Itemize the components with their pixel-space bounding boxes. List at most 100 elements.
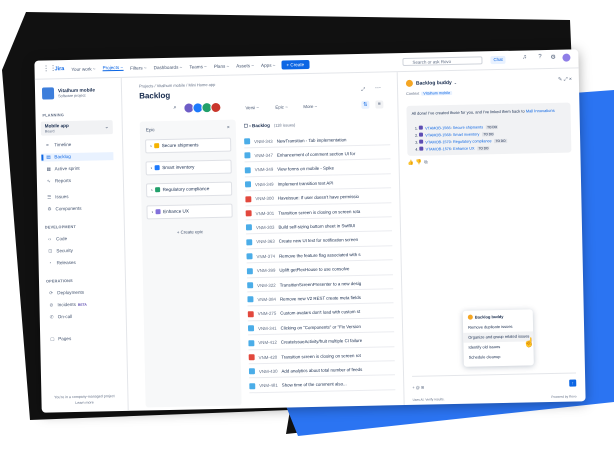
suggestion-schedule-cleanup[interactable]: Schedule cleanup — [464, 351, 534, 362]
table-row[interactable]: VNM-349 View forms on mobile - Spike — [244, 161, 391, 178]
notification-icon[interactable]: ♫ — [522, 54, 527, 60]
epic-key[interactable]: VTAMOB-1570 — [425, 140, 451, 145]
sidebar-item-timeline[interactable]: ≡ Timeline — [46, 141, 71, 150]
epic-name[interactable]: Secure shipments — [453, 125, 483, 130]
epic-card[interactable]: › Smart inventory — [145, 159, 232, 176]
table-row[interactable]: VNM-349 Implement transition text API — [244, 175, 392, 192]
backlog-header[interactable]: ☐ › Backlog (118 issues) — [244, 122, 296, 129]
create-button[interactable]: + Create — [281, 59, 310, 70]
table-row[interactable]: VNM-303 Build self-sizing bottom sheet in… — [245, 218, 393, 235]
search-input[interactable]: Search or ask Rovo — [402, 56, 483, 67]
table-row[interactable]: VNM-374 Remove the feature flag associate… — [246, 247, 393, 264]
created-epic-item[interactable]: 3. VTAMOB-1570: Regulatory compliance TO … — [415, 138, 507, 145]
table-row[interactable]: VNM-301 Transition screen is closing on s… — [245, 204, 392, 221]
sidebar-item-issues[interactable]: ☰ Issues — [47, 193, 68, 201]
table-row[interactable]: VNM-420 Transition screen is closing on s… — [248, 348, 395, 365]
issue-key[interactable]: VNM-349 — [255, 181, 274, 186]
sidebar-item-components[interactable]: ⚙ Components — [47, 205, 81, 214]
nav-your-work[interactable]: Your work ~ — [71, 66, 95, 72]
app-switcher-icon[interactable]: ⋮⋮ — [42, 65, 56, 73]
created-epic-item[interactable]: 4. VTAMOB-1576: Enhance UX TO DO — [415, 145, 490, 152]
project-header[interactable]: Vitalhum mobile Software project — [41, 86, 95, 100]
epic-card[interactable]: › Enhance UX — [146, 203, 233, 220]
table-row[interactable]: VNM-384 Remove new V2 REST create meta fi… — [247, 290, 394, 307]
issue-key[interactable]: VNM-363 — [256, 239, 275, 244]
issue-key[interactable]: VNM-412 — [258, 340, 277, 345]
nav-plans[interactable]: Plans ~ — [214, 63, 230, 68]
sidebar-item-backlog[interactable]: ▤ Backlog — [41, 152, 114, 162]
issue-key[interactable]: VNM-384 — [257, 297, 276, 302]
issue-key[interactable]: VNM-275 — [258, 311, 277, 316]
sidebar-item-pages[interactable]: ▢ Pages — [50, 335, 71, 343]
table-row[interactable]: VNM-430 Add analytics about total number … — [248, 362, 396, 379]
issue-key[interactable]: VNM-341 — [258, 325, 277, 330]
mention-icon[interactable]: @ — [416, 385, 420, 390]
sidebar-item-incidents[interactable]: ⊘ Incidents BETA — [49, 301, 87, 310]
epic-card[interactable]: › Regulatory compliance — [145, 181, 233, 198]
epic-key[interactable]: VTAMOB-1568 — [425, 133, 451, 138]
sidebar-item-security[interactable]: ⊡ Security — [48, 247, 73, 256]
new-chat-icon[interactable]: ✎ — [558, 77, 562, 83]
epic-name[interactable]: Enhance UX — [453, 147, 474, 151]
epic-card[interactable]: › Secure shipments — [145, 137, 232, 154]
checkbox[interactable]: ☐ › — [244, 123, 251, 128]
sidebar-item-reports[interactable]: ∿ Reports — [47, 177, 71, 186]
table-row[interactable]: VNM-343 NewTransition - Tab implementatio… — [243, 132, 391, 149]
table-row[interactable]: VNM-481 Show time of the comment also... — [249, 377, 396, 394]
close-icon[interactable]: × — [569, 76, 572, 82]
search-icon[interactable]: ⌕ — [173, 105, 177, 112]
table-row[interactable]: VNM-300 Haveissue: If user doesn't have p… — [245, 189, 392, 206]
nav-filters[interactable]: Filters ~ — [130, 65, 147, 70]
chat-input[interactable]: + @ ⊞ ↑ — [412, 372, 577, 397]
created-epic-item[interactable]: 2. VTAMOB-1568: Smart inventory TO DO — [415, 131, 495, 138]
expand-icon[interactable]: ⤢ — [361, 87, 365, 93]
created-epic-item[interactable]: 1. VTAMOB-1566: Secure shipments TO DO — [415, 124, 499, 131]
attach-icon[interactable]: ⊞ — [421, 385, 424, 390]
jira-logo[interactable]: Jira — [54, 66, 64, 72]
help-icon[interactable]: ? — [538, 54, 541, 60]
sidebar-item-code[interactable]: ‹› Code — [48, 235, 67, 243]
issue-key[interactable]: VNM-301 — [256, 210, 275, 215]
issue-key[interactable]: VNM-349 — [255, 167, 274, 172]
nav-teams[interactable]: Teams ~ — [189, 64, 207, 69]
message-link[interactable]: Mall Innovations — [526, 108, 555, 114]
nav-apps[interactable]: Apps ~ — [261, 62, 276, 67]
board-switcher[interactable]: Mobile app Board ⌄ — [40, 120, 113, 136]
issue-key[interactable]: VNM-347 — [254, 153, 273, 158]
settings-icon[interactable]: ⚙ — [550, 54, 556, 61]
create-epic-button[interactable]: + Create epic — [147, 226, 233, 240]
version-filter[interactable]: Versi ~ — [245, 105, 259, 110]
epic-filter[interactable]: Epic ~ — [275, 104, 287, 109]
breadcrumb[interactable]: Projects / Vitalhum mobile / Mini Home a… — [139, 82, 215, 89]
table-row[interactable]: VNM-363 Create new UI text for notificati… — [246, 233, 393, 250]
user-avatar[interactable] — [562, 53, 571, 62]
issue-key[interactable]: VNM-374 — [256, 253, 275, 258]
table-row[interactable]: VNM-399 Uplift getFlexHouse to use consol… — [246, 261, 393, 278]
view-settings-icon[interactable]: ≡ — [375, 100, 384, 109]
chat-button[interactable]: Chat — [490, 55, 506, 65]
issue-key[interactable]: VNM-481 — [259, 383, 278, 388]
table-row[interactable]: VNM-347 Enhancement of comment section UI… — [244, 146, 391, 163]
more-icon[interactable]: ⋯ — [375, 84, 381, 91]
avatar[interactable] — [210, 101, 222, 114]
issue-key[interactable]: VNM-420 — [259, 354, 278, 359]
sidebar-item-on-call[interactable]: ✆ On-call — [50, 313, 73, 321]
sidebar-item-deployments[interactable]: ⟳ Deployments — [49, 289, 84, 298]
table-row[interactable]: VNM-322 TransitionScreenPresenter to a ne… — [246, 276, 394, 293]
nav-projects[interactable]: Projects ~ — [102, 64, 124, 72]
sidebar-item-releases[interactable]: ◔ Releases — [49, 259, 76, 268]
nav-dashboards[interactable]: Dashboards ~ — [154, 64, 183, 70]
nav-assets[interactable]: Assets ~ — [236, 63, 254, 68]
sidebar-item-active-sprint[interactable]: ▦ Active sprint — [47, 165, 80, 174]
more-filter[interactable]: More ~ — [303, 104, 317, 109]
table-row[interactable]: VNM-341 Clicking on "Components" or "Fix … — [247, 319, 395, 336]
issue-key[interactable]: VNM-343 — [254, 138, 273, 143]
close-icon[interactable]: × — [227, 125, 230, 131]
issue-key[interactable]: VNM-300 — [255, 196, 274, 201]
epic-key[interactable]: VTAMOB-1576 — [426, 147, 452, 152]
epic-key[interactable]: VTAMOB-1566 — [425, 126, 451, 131]
issue-key[interactable]: VNM-322 — [257, 282, 276, 287]
issue-key[interactable]: VNM-399 — [257, 268, 276, 273]
context-tag[interactable]: Vitalhum mobile — [421, 90, 453, 96]
issue-key[interactable]: VNM-430 — [259, 369, 278, 374]
